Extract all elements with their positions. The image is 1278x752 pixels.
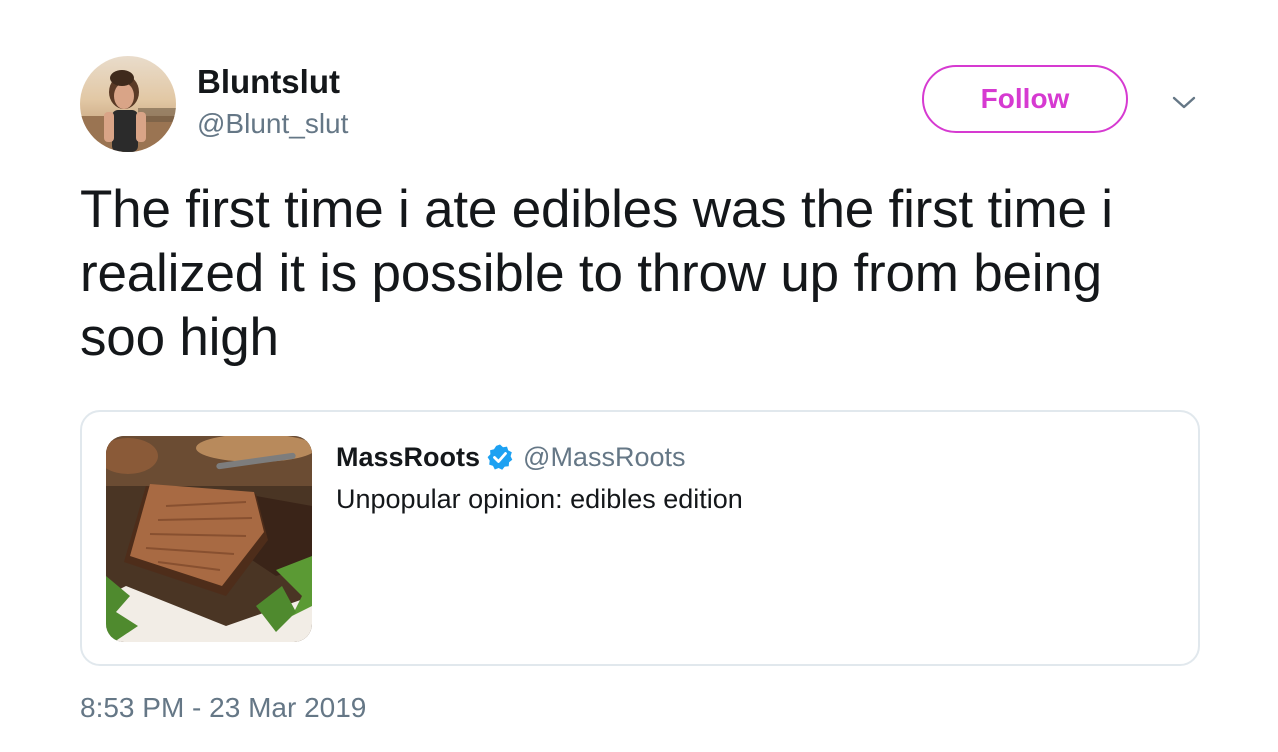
avatar-image bbox=[80, 56, 176, 152]
avatar[interactable] bbox=[80, 56, 176, 152]
verified-badge-icon bbox=[487, 444, 513, 470]
author-display-name[interactable]: Bluntslut bbox=[197, 62, 340, 102]
quoted-author-name[interactable]: MassRoots bbox=[336, 442, 480, 473]
quoted-tweet-thumbnail bbox=[106, 436, 312, 642]
tweet-text: The first time i ate edibles was the fir… bbox=[80, 180, 1113, 367]
quoted-tweet-header: MassRoots @MassRoots bbox=[336, 440, 685, 474]
quoted-author-handle[interactable]: @MassRoots bbox=[523, 442, 685, 473]
quoted-tweet-text: Unpopular opinion: edibles edition bbox=[336, 484, 743, 514]
tweet-timestamp[interactable]: 8:53 PM - 23 Mar 2019 bbox=[80, 692, 366, 724]
quoted-tweet-card[interactable]: MassRoots @MassRoots Unpopular opinion: … bbox=[80, 410, 1200, 666]
follow-button[interactable]: Follow bbox=[922, 65, 1128, 133]
author-handle[interactable]: @Blunt_slut bbox=[197, 107, 348, 141]
chevron-down-icon[interactable] bbox=[1170, 90, 1198, 114]
